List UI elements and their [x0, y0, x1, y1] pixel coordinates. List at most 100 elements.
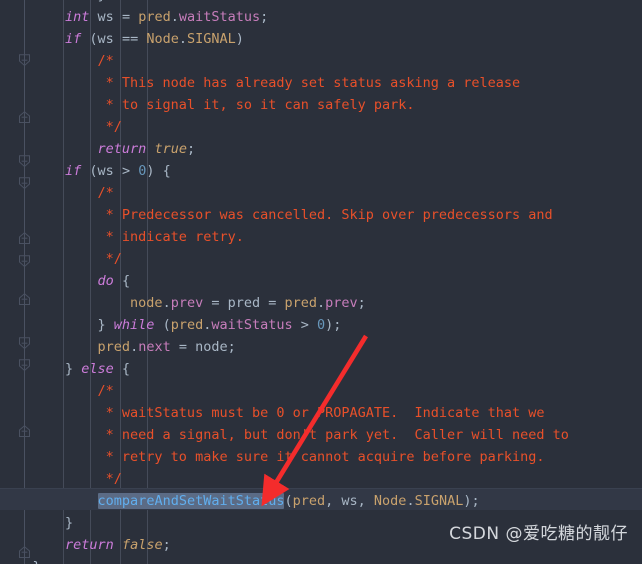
code-token: return: [97, 141, 147, 157]
code-token: (: [284, 493, 293, 509]
code-line[interactable]: */: [0, 114, 642, 136]
code-token: * retry to make sure it cannot acquire b…: [0, 449, 545, 465]
code-token: }: [0, 559, 41, 564]
code-token: * to signal it, so it can safely park.: [0, 97, 415, 113]
code-token: >: [292, 317, 318, 333]
code-token: =: [121, 9, 139, 25]
code-token: ;: [186, 141, 196, 157]
code-token: .: [130, 339, 139, 355]
code-line-text: */: [0, 248, 122, 270]
code-token: .: [406, 493, 415, 509]
code-line-text: } while (pred.waitStatus > 0);: [0, 314, 342, 336]
code-line[interactable]: }: [0, 554, 642, 564]
code-line[interactable]: * indicate retry.: [0, 224, 642, 246]
code-line[interactable]: * retry to make sure it cannot acquire b…: [0, 444, 642, 466]
code-line-text: } else {: [0, 358, 130, 380]
code-line-text: }: [0, 512, 73, 534]
code-token: pred: [138, 9, 171, 25]
code-line[interactable]: * Predecessor was cancelled. Skip over p…: [0, 202, 642, 224]
code-line-text: return true;: [0, 138, 196, 160]
code-token: prev: [170, 295, 204, 311]
code-token: .: [317, 295, 326, 311]
code-line[interactable]: /*: [0, 48, 642, 70]
code-line[interactable]: } else {: [0, 356, 642, 378]
code-token: (ws: [81, 31, 122, 47]
code-line[interactable]: * need a signal, but don't park yet. Cal…: [0, 422, 642, 444]
code-line-current[interactable]: compareAndSetWaitStatus(pred, ws, Node.S…: [0, 488, 642, 510]
code-token: .: [162, 295, 171, 311]
code-line[interactable]: node.prev = pred = pred.prev;: [0, 290, 642, 312]
code-token: (: [154, 317, 171, 333]
code-token: /*: [97, 185, 114, 201]
code-line-text: return false;: [0, 534, 171, 556]
code-line-text: do {: [0, 270, 131, 292]
code-token: >: [121, 163, 139, 179]
code-token: );: [325, 317, 342, 333]
code-token: {: [113, 273, 131, 289]
code-token: node: [130, 295, 163, 311]
code-token: return: [65, 537, 114, 553]
code-token: .: [170, 9, 179, 25]
code-token: ;: [357, 295, 366, 311]
code-token: 0: [317, 317, 326, 333]
code-token: ): [235, 31, 244, 47]
code-line-text: * Predecessor was cancelled. Skip over p…: [0, 204, 553, 226]
code-token: .: [178, 31, 187, 47]
code-line[interactable]: /*: [0, 180, 642, 202]
code-line[interactable]: int ws = pred.waitStatus;: [0, 4, 642, 26]
code-token: if: [65, 31, 82, 47]
code-token: Node: [146, 31, 179, 47]
code-token: pred: [97, 339, 131, 355]
code-token: waitStatus: [211, 317, 293, 333]
code-line[interactable]: /*: [0, 378, 642, 400]
code-token: */: [0, 119, 122, 135]
code-token: true: [154, 141, 187, 157]
code-line[interactable]: */: [0, 246, 642, 268]
code-line-text: node.prev = pred = pred.prev;: [0, 292, 366, 314]
code-text-area[interactable]: } int ws = pred.waitStatus; if (ws == No…: [0, 0, 642, 564]
code-token: Node: [373, 493, 407, 509]
code-token: = pred =: [203, 295, 285, 311]
code-token: pred: [170, 317, 204, 333]
code-line[interactable]: pred.next = node;: [0, 334, 642, 356]
code-line[interactable]: do {: [0, 268, 642, 290]
code-line[interactable]: if (ws == Node.SIGNAL): [0, 26, 642, 48]
code-line[interactable]: * to signal it, so it can safely park.: [0, 92, 642, 114]
code-token: * This node has already set status askin…: [0, 75, 521, 91]
code-token: * Predecessor was cancelled. Skip over p…: [0, 207, 553, 223]
code-line-text: * indicate retry.: [0, 226, 244, 248]
code-token: * indicate retry.: [0, 229, 244, 245]
code-line-text: int ws = pred.waitStatus;: [0, 6, 268, 28]
code-token: }: [0, 515, 74, 531]
code-line-text: */: [0, 468, 122, 490]
code-token: else: [81, 361, 114, 377]
code-token: false: [121, 537, 163, 553]
code-line-text: /*: [0, 380, 114, 402]
code-editor-screenshot: } int ws = pred.waitStatus; if (ws == No…: [0, 0, 642, 564]
code-token: while: [113, 317, 155, 333]
code-line[interactable]: */: [0, 466, 642, 488]
code-line-text: * retry to make sure it cannot acquire b…: [0, 446, 545, 468]
code-token: , ws,: [325, 493, 374, 509]
code-token: = node;: [170, 339, 236, 355]
code-line-text: if (ws == Node.SIGNAL): [0, 28, 244, 50]
code-line[interactable]: * waitStatus must be 0 or PROPAGATE. Ind…: [0, 400, 642, 422]
code-token: waitStatus: [178, 9, 261, 25]
code-token: compareAndSetWaitStatus: [97, 493, 285, 509]
code-line[interactable]: return true;: [0, 136, 642, 158]
code-line[interactable]: * This node has already set status askin…: [0, 70, 642, 92]
code-token: int: [65, 9, 90, 25]
code-line[interactable]: if (ws > 0) {: [0, 158, 642, 180]
code-line[interactable]: } while (pred.waitStatus > 0);: [0, 312, 642, 334]
code-token: );: [463, 493, 480, 509]
code-token: {: [113, 361, 131, 377]
